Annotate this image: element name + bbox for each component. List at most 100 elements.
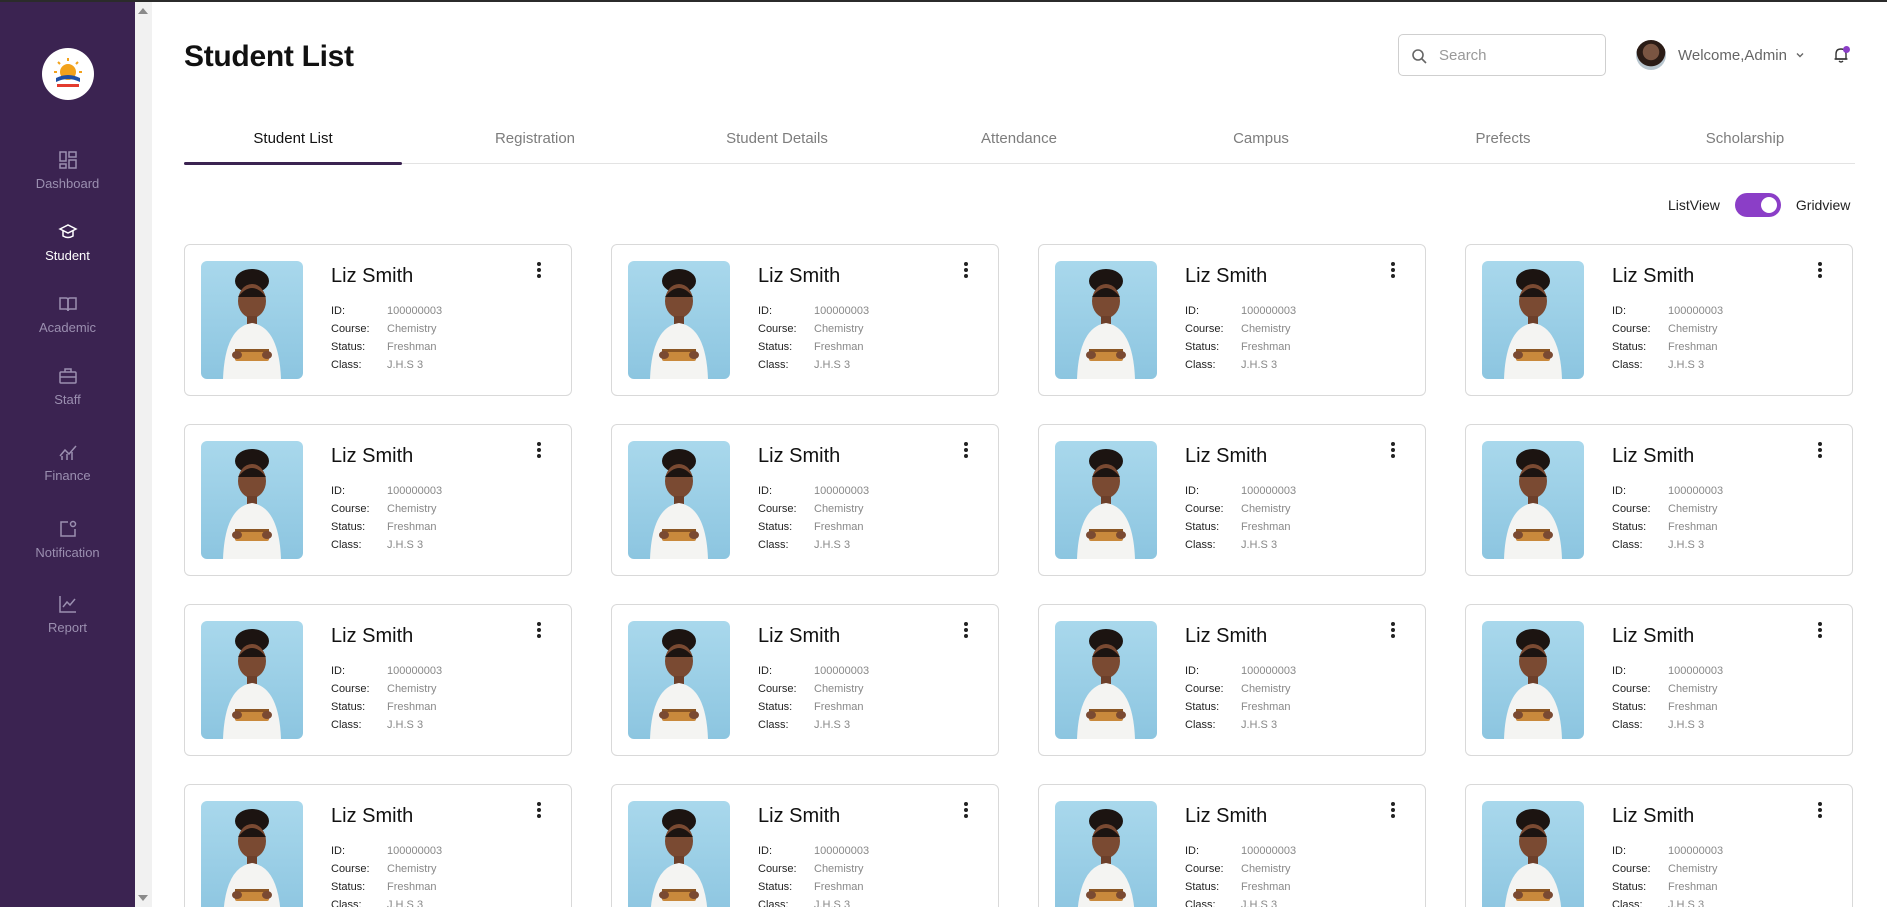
class-value: J.H.S 3: [387, 359, 424, 371]
listview-label[interactable]: ListView: [1668, 197, 1720, 213]
more-options-icon[interactable]: [533, 261, 545, 281]
student-name: Liz Smith: [1612, 805, 1695, 827]
more-options-icon[interactable]: [960, 261, 972, 281]
student-photo: [201, 801, 303, 907]
scroll-down-arrow-icon[interactable]: [138, 895, 148, 901]
student-card[interactable]: Liz Smith ID: 100000003 Course: Chemistr…: [611, 604, 999, 756]
student-card[interactable]: Liz Smith ID: 100000003 Course: Chemistr…: [1038, 604, 1426, 756]
course-value: Chemistry: [387, 323, 437, 335]
id-label: ID:: [331, 305, 346, 317]
status-value: Freshman: [814, 341, 864, 353]
course-label: Course:: [758, 323, 797, 335]
course-value: Chemistry: [1668, 323, 1718, 335]
class-label: Class:: [1612, 719, 1643, 731]
class-label: Class:: [1612, 899, 1643, 907]
graduation-cap-icon: [57, 224, 78, 239]
student-card[interactable]: Liz Smith ID: 100000003 Course: Chemistr…: [1465, 244, 1853, 396]
student-card[interactable]: Liz Smith ID: 100000003 Course: Chemistr…: [611, 244, 999, 396]
status-label: Status:: [1612, 521, 1647, 533]
tab-registration[interactable]: Registration: [426, 120, 644, 164]
class-value: J.H.S 3: [1668, 899, 1705, 907]
more-options-icon[interactable]: [1387, 261, 1399, 281]
sidebar-item-finance[interactable]: Finance: [0, 442, 135, 502]
tab-attendance[interactable]: Attendance: [910, 120, 1128, 164]
more-options-icon[interactable]: [1387, 441, 1399, 461]
vertical-scrollbar[interactable]: [135, 2, 152, 907]
class-label: Class:: [758, 359, 789, 371]
class-value: J.H.S 3: [814, 719, 851, 731]
student-card[interactable]: Liz Smith ID: 100000003 Course: Chemistr…: [1038, 784, 1426, 907]
tab-campus[interactable]: Campus: [1152, 120, 1370, 164]
gridview-label[interactable]: Gridview: [1796, 197, 1850, 213]
status-value: Freshman: [387, 881, 437, 893]
more-options-icon[interactable]: [533, 441, 545, 461]
sidebar-item-dashboard[interactable]: Dashboard: [0, 150, 135, 210]
more-options-icon[interactable]: [960, 801, 972, 821]
id-label: ID:: [1185, 305, 1200, 317]
class-label: Class:: [1185, 719, 1216, 731]
more-options-icon[interactable]: [1814, 441, 1826, 461]
status-value: Freshman: [1668, 881, 1718, 893]
class-value: J.H.S 3: [814, 899, 851, 907]
search-box[interactable]: [1398, 34, 1606, 76]
student-card[interactable]: Liz Smith ID: 100000003 Course: Chemistr…: [184, 784, 572, 907]
tab-student-list[interactable]: Student List: [184, 120, 402, 165]
student-card[interactable]: Liz Smith ID: 100000003 Course: Chemistr…: [1465, 784, 1853, 907]
avatar[interactable]: [1636, 40, 1666, 70]
course-value: Chemistry: [1241, 683, 1291, 695]
sidebar-item-notification[interactable]: Notification: [0, 519, 135, 579]
student-card[interactable]: Liz Smith ID: 100000003 Course: Chemistr…: [184, 604, 572, 756]
more-options-icon[interactable]: [960, 441, 972, 461]
course-label: Course:: [331, 323, 370, 335]
sidebar-item-report[interactable]: Report: [0, 594, 135, 654]
id-label: ID:: [1185, 845, 1200, 857]
tab-scholarship[interactable]: Scholarship: [1636, 120, 1854, 164]
tab-student-details[interactable]: Student Details: [668, 120, 886, 164]
class-label: Class:: [1612, 539, 1643, 551]
student-card[interactable]: Liz Smith ID: 100000003 Course: Chemistr…: [1038, 424, 1426, 576]
course-label: Course:: [758, 863, 797, 875]
course-label: Course:: [1185, 683, 1224, 695]
more-options-icon[interactable]: [1387, 801, 1399, 821]
id-label: ID:: [1612, 665, 1627, 677]
sidebar-item-label: Student: [45, 248, 90, 263]
more-options-icon[interactable]: [1814, 621, 1826, 641]
search-input[interactable]: [1439, 45, 1599, 65]
scroll-up-arrow-icon[interactable]: [138, 8, 148, 14]
sidebar-item-student[interactable]: Student: [0, 222, 135, 282]
more-options-icon[interactable]: [1387, 621, 1399, 641]
student-card[interactable]: Liz Smith ID: 100000003 Course: Chemistr…: [1038, 244, 1426, 396]
status-label: Status:: [331, 521, 366, 533]
notification-icon: [59, 520, 76, 537]
more-options-icon[interactable]: [1814, 801, 1826, 821]
student-card[interactable]: Liz Smith ID: 100000003 Course: Chemistr…: [1465, 424, 1853, 576]
view-toggle: ListView Gridview: [1668, 192, 1850, 218]
status-value: Freshman: [1241, 701, 1291, 713]
tab-prefects[interactable]: Prefects: [1394, 120, 1612, 164]
more-options-icon[interactable]: [960, 621, 972, 641]
school-logo[interactable]: [42, 48, 94, 100]
sidebar-item-academic[interactable]: Academic: [0, 294, 135, 354]
status-label: Status:: [1612, 881, 1647, 893]
student-name: Liz Smith: [1185, 625, 1268, 647]
student-name: Liz Smith: [758, 445, 841, 467]
class-label: Class:: [1185, 899, 1216, 907]
status-value: Freshman: [387, 521, 437, 533]
id-label: ID:: [758, 845, 773, 857]
chevron-down-icon[interactable]: [1795, 50, 1805, 60]
student-card[interactable]: Liz Smith ID: 100000003 Course: Chemistr…: [611, 424, 999, 576]
status-label: Status:: [1185, 701, 1220, 713]
more-options-icon[interactable]: [533, 801, 545, 821]
sidebar-item-staff[interactable]: Staff: [0, 366, 135, 426]
student-card[interactable]: Liz Smith ID: 100000003 Course: Chemistr…: [184, 424, 572, 576]
student-card[interactable]: Liz Smith ID: 100000003 Course: Chemistr…: [611, 784, 999, 907]
student-photo: [1055, 441, 1157, 559]
status-value: Freshman: [814, 881, 864, 893]
student-card[interactable]: Liz Smith ID: 100000003 Course: Chemistr…: [1465, 604, 1853, 756]
view-toggle-switch[interactable]: [1734, 193, 1781, 217]
student-card[interactable]: Liz Smith ID: 100000003 Course: Chemistr…: [184, 244, 572, 396]
more-options-icon[interactable]: [1814, 261, 1826, 281]
user-menu[interactable]: Welcome,Admin: [1636, 38, 1805, 72]
more-options-icon[interactable]: [533, 621, 545, 641]
status-value: Freshman: [1668, 341, 1718, 353]
